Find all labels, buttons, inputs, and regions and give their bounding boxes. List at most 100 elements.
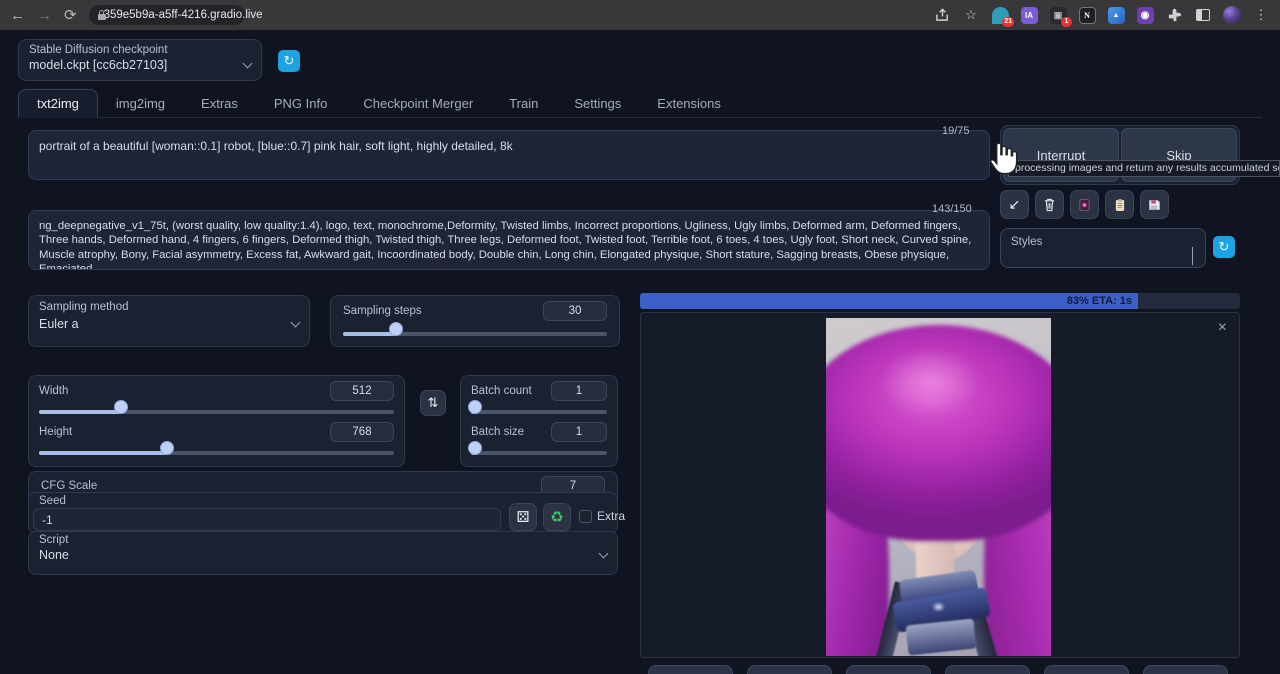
interrupt-tooltip: processing images and return any results… (1008, 160, 1280, 177)
browser-toolbar: ← → ⟳ 359e5b9a-a5ff-4216.gradio.live ☆ 2… (0, 0, 1280, 30)
height-slider[interactable] (39, 446, 394, 460)
output-gallery-panel: × (640, 312, 1240, 658)
notion-extension-icon[interactable]: N (1078, 6, 1096, 24)
bookmark-star-icon[interactable]: ☆ (962, 6, 980, 24)
checkpoint-refresh-button[interactable]: ↻ (278, 50, 300, 72)
share-icon[interactable] (933, 6, 951, 24)
script-dropdown[interactable]: Script None (28, 531, 618, 575)
clear-prompt-trash-button[interactable] (1035, 190, 1064, 219)
styles-refresh-button[interactable]: ↻ (1213, 236, 1235, 258)
batch-block: Batch count Batch size (460, 375, 618, 467)
webui-app: Stable Diffusion checkpoint model.ckpt [… (0, 30, 1280, 674)
tab-txt2img[interactable]: txt2img (18, 89, 98, 118)
height-input[interactable] (330, 422, 394, 442)
main-tabs: txt2img img2img Extras PNG Info Checkpoi… (18, 88, 1262, 118)
sampling-steps-label: Sampling steps (343, 305, 422, 317)
extra-networks-card-button[interactable] (1070, 190, 1099, 219)
styles-label: Styles (1011, 236, 1042, 248)
cfg-scale-label: CFG Scale (41, 480, 97, 492)
negative-prompt-input[interactable]: ng_deepnegative_v1_75t, (worst quality, … (28, 210, 990, 270)
generation-progress-bar: 83% ETA: 1s (640, 293, 1240, 309)
output-action-button[interactable] (945, 665, 1030, 674)
chevron-down-icon (599, 548, 609, 558)
output-action-button[interactable] (846, 665, 931, 674)
address-bar[interactable]: 359e5b9a-a5ff-4216.gradio.live (89, 5, 245, 25)
sampling-steps-slider[interactable] (343, 327, 607, 341)
checkpoint-label: Stable Diffusion checkpoint (29, 44, 251, 56)
output-action-buttons (648, 665, 1228, 674)
tab-checkpoint-merger[interactable]: Checkpoint Merger (345, 90, 491, 117)
chevron-down-icon (1192, 247, 1193, 265)
profile-avatar[interactable] (1223, 6, 1241, 24)
sampling-method-label: Sampling method (39, 301, 299, 313)
tab-img2img[interactable]: img2img (98, 90, 183, 117)
negative-prompt-token-counter: 143/150 (932, 203, 972, 215)
url-text: 359e5b9a-a5ff-4216.gradio.live (104, 9, 263, 21)
tab-train[interactable]: Train (491, 90, 556, 117)
tab-extensions[interactable]: Extensions (639, 90, 739, 117)
script-value: None (39, 548, 69, 562)
ia-extension-icon[interactable]: IA (1020, 6, 1038, 24)
tab-extras[interactable]: Extras (183, 90, 256, 117)
script-label: Script (39, 534, 607, 546)
reuse-seed-recycle-button[interactable]: ♻ (543, 503, 571, 531)
generated-image-layer (906, 619, 976, 656)
random-seed-dice-button[interactable]: ⚄ (509, 503, 537, 531)
purple-app-extension-icon[interactable]: ◉ (1136, 6, 1154, 24)
capture-extension-icon[interactable]: ▣ 1 (1049, 6, 1067, 24)
batch-size-input[interactable] (551, 422, 607, 442)
seed-label: Seed (39, 495, 66, 507)
output-action-button[interactable] (1044, 665, 1129, 674)
seed-extra-label: Extra (597, 509, 625, 523)
save-style-floppy-button[interactable] (1140, 190, 1169, 219)
capture-badge: 1 (1061, 17, 1072, 27)
screen: ← → ⟳ 359e5b9a-a5ff-4216.gradio.live ☆ 2… (0, 0, 1280, 674)
read-generation-params-button[interactable]: ↙ (1000, 190, 1029, 219)
height-label: Height (39, 426, 72, 438)
apply-styles-clipboard-button[interactable] (1105, 190, 1134, 219)
mouse-hand-cursor (986, 140, 1020, 182)
output-action-button[interactable] (1143, 665, 1228, 674)
tab-png-info[interactable]: PNG Info (256, 90, 345, 117)
dimensions-block: Width Height (28, 375, 405, 467)
tab-settings[interactable]: Settings (556, 90, 639, 117)
sampling-steps-control: Sampling steps (330, 295, 620, 347)
seed-input[interactable] (33, 508, 501, 531)
close-preview-icon[interactable]: × (1218, 319, 1227, 337)
prompt-input[interactable]: portrait of a beautiful [woman::0.1] rob… (28, 130, 990, 180)
checkpoint-value: model.ckpt [cc6cb27103] (29, 58, 167, 72)
pin-extension-icon[interactable]: 21 (991, 6, 1009, 24)
batch-count-slider[interactable] (471, 405, 607, 419)
width-slider[interactable] (39, 405, 394, 419)
batch-size-slider[interactable] (471, 446, 607, 460)
chevron-down-icon (243, 58, 253, 68)
checkpoint-dropdown[interactable]: Stable Diffusion checkpoint model.ckpt [… (18, 39, 262, 81)
side-panel-icon[interactable] (1194, 6, 1212, 24)
output-action-button[interactable] (747, 665, 832, 674)
prompt-token-counter: 19/75 (942, 125, 970, 137)
sampling-method-dropdown[interactable]: Sampling method Euler a (28, 295, 310, 347)
generated-image-layer (867, 338, 993, 426)
forward-icon[interactable]: → (37, 8, 52, 23)
back-icon[interactable]: ← (10, 8, 25, 23)
width-input[interactable] (330, 381, 394, 401)
batch-count-input[interactable] (551, 381, 607, 401)
output-action-button[interactable] (648, 665, 733, 674)
width-label: Width (39, 385, 68, 397)
sampling-method-value: Euler a (39, 317, 79, 331)
generated-image[interactable] (826, 318, 1051, 656)
seed-extra-checkbox[interactable]: Extra (579, 509, 625, 523)
prompt-tools: ↙ (1000, 190, 1169, 219)
seed-block: Seed ⚄ ♻ Extra (28, 492, 618, 534)
reload-icon[interactable]: ⟳ (64, 8, 77, 23)
checkbox-icon (579, 510, 592, 523)
extensions-puzzle-icon[interactable] (1165, 6, 1183, 24)
batch-size-label: Batch size (471, 426, 524, 438)
swap-dimensions-button[interactable]: ⇅ (420, 390, 446, 416)
sampling-steps-input[interactable] (543, 301, 607, 321)
batch-count-label: Batch count (471, 385, 532, 397)
styles-dropdown[interactable]: Styles (1000, 228, 1206, 268)
chevron-down-icon (291, 317, 301, 327)
photos-extension-icon[interactable]: ▲ (1107, 6, 1125, 24)
browser-menu-icon[interactable]: ⋮ (1252, 6, 1270, 24)
